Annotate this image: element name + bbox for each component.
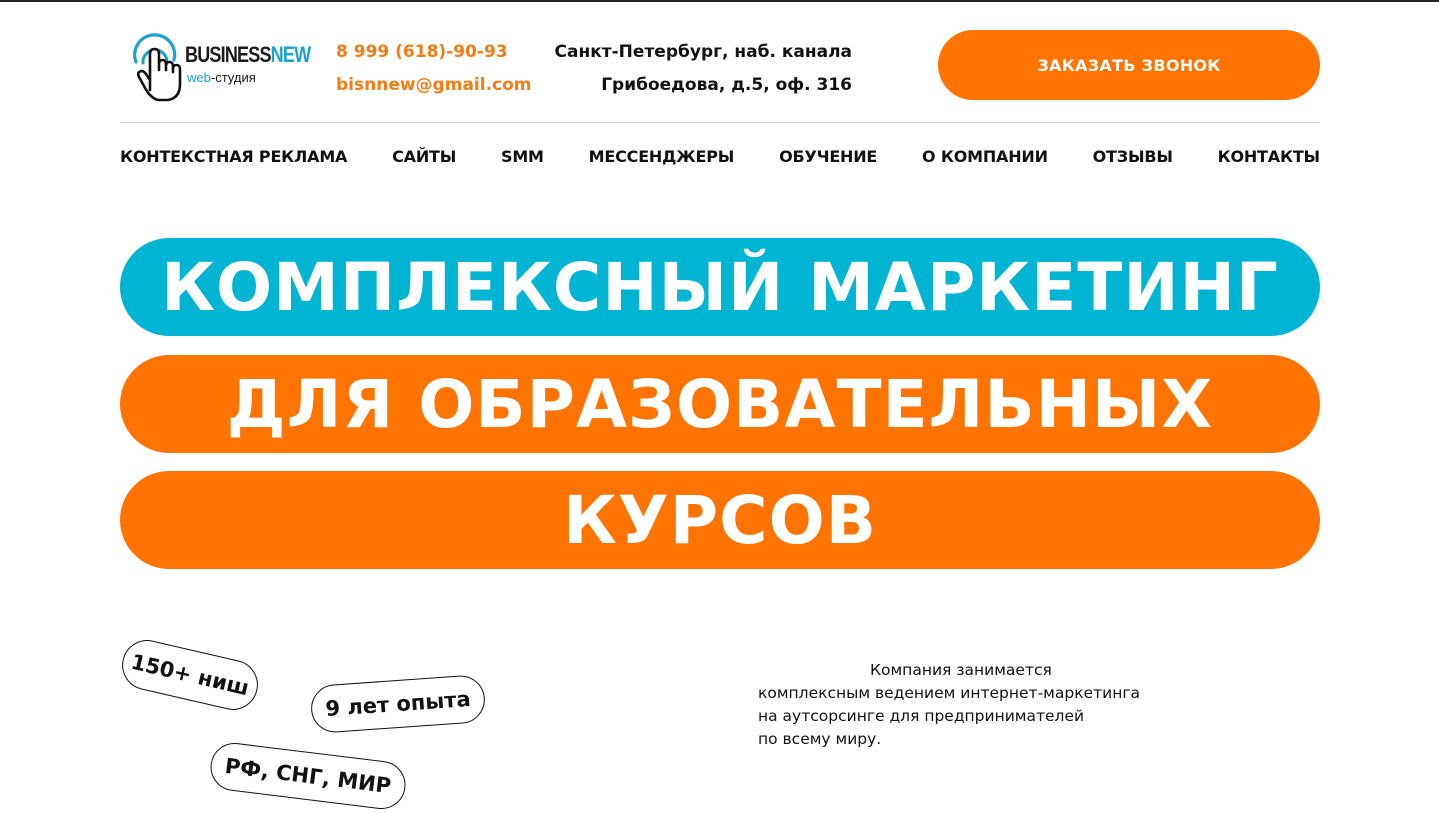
logo-subtitle: web-студия — [187, 70, 256, 85]
hero-band-blue: КОМПЛЕКСНЫЙ МАРКЕТИНГ — [120, 238, 1320, 336]
description-line-3: на аутсорсинге для предпринимателей — [758, 707, 1085, 725]
hero-band-orange-2: КУРСОВ — [120, 471, 1320, 569]
order-call-button[interactable]: ЗАКАЗАТЬ ЗВОНОК — [938, 30, 1320, 100]
nav-item-contacts[interactable]: КОНТАКТЫ — [1218, 147, 1321, 166]
main-nav: КОНТЕКСТНАЯ РЕКЛАМА САЙТЫ SMM МЕССЕНДЖЕР… — [120, 143, 1320, 169]
nav-item-training[interactable]: ОБУЧЕНИЕ — [779, 147, 877, 166]
nav-item-context-ads[interactable]: КОНТЕКСТНАЯ РЕКЛАМА — [120, 147, 347, 166]
nav-item-reviews[interactable]: ОТЗЫВЫ — [1093, 147, 1173, 166]
logo-subtitle-studio: -студия — [210, 70, 256, 85]
contacts: 8 999 (618)-90-93 bisnnew@gmail.com — [336, 36, 532, 102]
address: Санкт-Петербург, наб. канала Грибоедова,… — [540, 36, 852, 102]
nav-item-messengers[interactable]: МЕССЕНДЖЕРЫ — [589, 147, 735, 166]
phone-link[interactable]: 8 999 (618)-90-93 — [336, 36, 532, 69]
description-line-1: Компания занимается — [870, 661, 1052, 679]
badge-niches: 150+ ниш — [117, 635, 263, 715]
top-border-line — [0, 0, 1439, 2]
logo-title: BUSINESSNEW — [185, 42, 311, 68]
address-line-2: Грибоедова, д.5, оф. 316 — [601, 75, 852, 95]
hero-line-2: ДЛЯ ОБРАЗОВАТЕЛЬНЫХ — [226, 365, 1214, 443]
description-line-4: по всему миру. — [758, 730, 882, 748]
hero-band-orange-1: ДЛЯ ОБРАЗОВАТЕЛЬНЫХ — [120, 355, 1320, 453]
nav-item-smm[interactable]: SMM — [501, 147, 544, 166]
badge-experience: 9 лет опыта — [309, 673, 487, 735]
address-line-1: Санкт-Петербург, наб. канала — [554, 42, 852, 62]
header-divider — [120, 122, 1320, 123]
logo[interactable]: BUSINESSNEW web-студия — [130, 32, 311, 104]
logo-title-business: BUSINESS — [185, 42, 272, 67]
nav-item-about[interactable]: О КОМПАНИИ — [922, 147, 1048, 166]
site-header: BUSINESSNEW web-студия 8 999 (618)-90-93… — [120, 28, 1320, 108]
badge-geography: РФ, СНГ, МИР — [207, 740, 409, 812]
logo-title-new: NEW — [270, 42, 311, 67]
email-link[interactable]: bisnnew@gmail.com — [336, 69, 532, 102]
description-line-2: комплексным ведением интернет-маркетинга — [758, 684, 1140, 702]
nav-item-sites[interactable]: САЙТЫ — [392, 147, 456, 166]
logo-subtitle-web: web — [187, 70, 211, 85]
hero-line-1: КОМПЛЕКСНЫЙ МАРКЕТИНГ — [161, 248, 1279, 326]
hero-line-3: КУРСОВ — [562, 481, 878, 559]
pointing-hand-click-icon — [133, 33, 182, 102]
company-description: Компания занимается комплексным ведением… — [758, 659, 1178, 751]
